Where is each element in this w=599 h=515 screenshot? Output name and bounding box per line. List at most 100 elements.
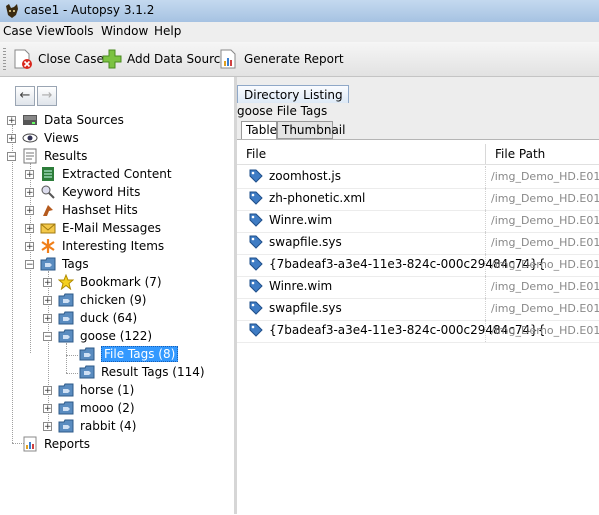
- tag-folder-icon: [58, 401, 74, 415]
- autopsy-dog-icon: [6, 4, 18, 18]
- tree-node-rabbit[interactable]: + rabbit (4): [43, 417, 136, 435]
- generate-report-label: Generate Report: [244, 52, 344, 66]
- tagged-file-icon: [249, 191, 263, 205]
- table-row[interactable]: zh-phonetic.xml/img_Demo_HD.E01/vo: [237, 188, 599, 211]
- file-cell: swapfile.sys: [249, 301, 342, 315]
- tree-node-results[interactable]: − Results: [7, 147, 87, 165]
- tree-node-duck[interactable]: + duck (64): [43, 309, 137, 327]
- tag-folder-icon: [58, 329, 74, 343]
- file-cell: Winre.wim: [249, 213, 332, 227]
- viewer-heading: goose File Tags: [237, 104, 328, 118]
- tree-label: Tags: [62, 257, 89, 271]
- generate-report-button[interactable]: Generate Report: [218, 48, 344, 70]
- tree-node-views[interactable]: + Views: [7, 129, 79, 147]
- cell-separator: [485, 254, 487, 276]
- cell-separator: [485, 188, 487, 210]
- back-arrow-icon[interactable]: ←: [15, 86, 35, 106]
- tag-folder-icon: [58, 311, 74, 325]
- tree-label: mooo (2): [80, 401, 135, 415]
- tree-label: Results: [44, 149, 88, 163]
- add-data-source-button[interactable]: Add Data Source: [101, 48, 228, 70]
- tree-label: Reports: [44, 437, 91, 451]
- menu-bar: Case View Tools Window Help: [0, 22, 599, 42]
- cell-separator: [485, 210, 487, 232]
- table-row[interactable]: {7badeaf3-a3e4-11e3-824c-000c29484c74}{/…: [237, 254, 599, 277]
- results-document-icon: [23, 148, 37, 164]
- tree-node-chicken[interactable]: + chicken (9): [43, 291, 146, 309]
- disk-drive-icon: [23, 115, 37, 125]
- cell-separator: [485, 320, 487, 342]
- file-cell: zoomhost.js: [249, 169, 341, 183]
- tag-folder-icon: [79, 365, 95, 379]
- add-data-source-label: Add Data Source: [127, 52, 228, 66]
- tree-label: Bookmark (7): [80, 275, 162, 289]
- tree-node-bookmark[interactable]: + Bookmark (7): [43, 273, 162, 291]
- extracted-content-icon: [42, 167, 54, 181]
- file-path: /img_Demo_HD.E01/vo: [491, 324, 599, 337]
- eye-icon: [22, 133, 38, 143]
- tab-thumbnail[interactable]: Thumbnail: [277, 121, 345, 139]
- tree-label: Keyword Hits: [62, 185, 141, 199]
- column-separator[interactable]: [485, 144, 486, 164]
- magnifier-icon: [41, 185, 55, 199]
- tree-node-interesting-items[interactable]: + Interesting Items: [25, 237, 164, 255]
- tree-label: Views: [44, 131, 79, 145]
- forward-arrow-icon[interactable]: →: [37, 86, 57, 106]
- toolbar-grip: [3, 48, 6, 70]
- close-case-icon: [14, 49, 32, 69]
- tree-node-data-sources[interactable]: + Data Sources: [7, 111, 124, 129]
- tag-folder-icon: [58, 383, 74, 397]
- file-path: /img_Demo_HD.E01/vo: [491, 236, 599, 249]
- tag-folder-icon: [79, 347, 95, 361]
- results-table: File File Path zoomhost.js/img_Demo_HD.E…: [237, 139, 599, 515]
- file-cell: zh-phonetic.xml: [249, 191, 365, 205]
- cell-separator: [485, 276, 487, 298]
- tagged-file-icon: [249, 323, 263, 337]
- tab-table[interactable]: Table: [241, 121, 277, 140]
- table-row[interactable]: {7badeaf3-a3e4-11e3-824c-000c29484c74}{/…: [237, 320, 599, 343]
- tab-directory-listing[interactable]: Directory Listing: [237, 85, 349, 103]
- cell-separator: [485, 298, 487, 320]
- tree-node-mooo[interactable]: + mooo (2): [43, 399, 135, 417]
- menu-case-view[interactable]: Case View: [3, 24, 65, 38]
- tree-node-result-tags[interactable]: Result Tags (114): [79, 363, 205, 381]
- tree-node-horse[interactable]: + horse (1): [43, 381, 134, 399]
- column-header-file-path[interactable]: File Path: [495, 147, 545, 161]
- table-row[interactable]: Winre.wim/img_Demo_HD.E01/vo: [237, 210, 599, 233]
- star-icon: [58, 274, 74, 290]
- tagged-file-icon: [249, 257, 263, 271]
- tree-node-tags[interactable]: − Tags: [25, 255, 89, 273]
- tree-node-keyword-hits[interactable]: + Keyword Hits: [25, 183, 140, 201]
- tagged-file-icon: [249, 169, 263, 183]
- tree-node-extracted-content[interactable]: + Extracted Content: [25, 165, 172, 183]
- tree-label: Result Tags (114): [101, 365, 205, 379]
- file-cell: Winre.wim: [249, 279, 332, 293]
- table-row[interactable]: zoomhost.js/img_Demo_HD.E01/vo: [237, 166, 599, 189]
- report-icon: [23, 436, 37, 452]
- tree-label: Data Sources: [44, 113, 124, 127]
- cell-separator: [485, 232, 487, 254]
- table-row[interactable]: Winre.wim/img_Demo_HD.E01/vo: [237, 276, 599, 299]
- file-cell: swapfile.sys: [249, 235, 342, 249]
- table-row[interactable]: swapfile.sys/img_Demo_HD.E01/vo: [237, 298, 599, 321]
- table-row[interactable]: swapfile.sys/img_Demo_HD.E01/vo: [237, 232, 599, 255]
- tree-node-email-messages[interactable]: + E-Mail Messages: [25, 219, 161, 237]
- tree-node-reports[interactable]: Reports: [22, 435, 90, 453]
- tag-folder-icon: [58, 293, 74, 307]
- toolbar: Close Case Add Data Source Generate Repo…: [0, 42, 599, 77]
- tree-node-file-tags[interactable]: File Tags (8): [79, 345, 179, 363]
- tree-node-goose[interactable]: − goose (122): [43, 327, 152, 345]
- add-plus-icon: [102, 49, 122, 69]
- menu-help[interactable]: Help: [154, 24, 181, 38]
- tree-label: File Tags (8): [101, 346, 179, 362]
- tag-folder-icon: [58, 419, 74, 433]
- window-title: case1 - Autopsy 3.1.2: [24, 3, 155, 17]
- close-case-label: Close Case: [38, 52, 104, 66]
- tree-node-hashset-hits[interactable]: + Hashset Hits: [25, 201, 138, 219]
- tree-label: Hashset Hits: [62, 203, 138, 217]
- menu-tools[interactable]: Tools: [64, 24, 94, 38]
- file-path: /img_Demo_HD.E01/vo: [491, 192, 599, 205]
- column-header-file[interactable]: File: [246, 147, 266, 161]
- close-case-button[interactable]: Close Case: [12, 48, 104, 70]
- menu-window[interactable]: Window: [101, 24, 148, 38]
